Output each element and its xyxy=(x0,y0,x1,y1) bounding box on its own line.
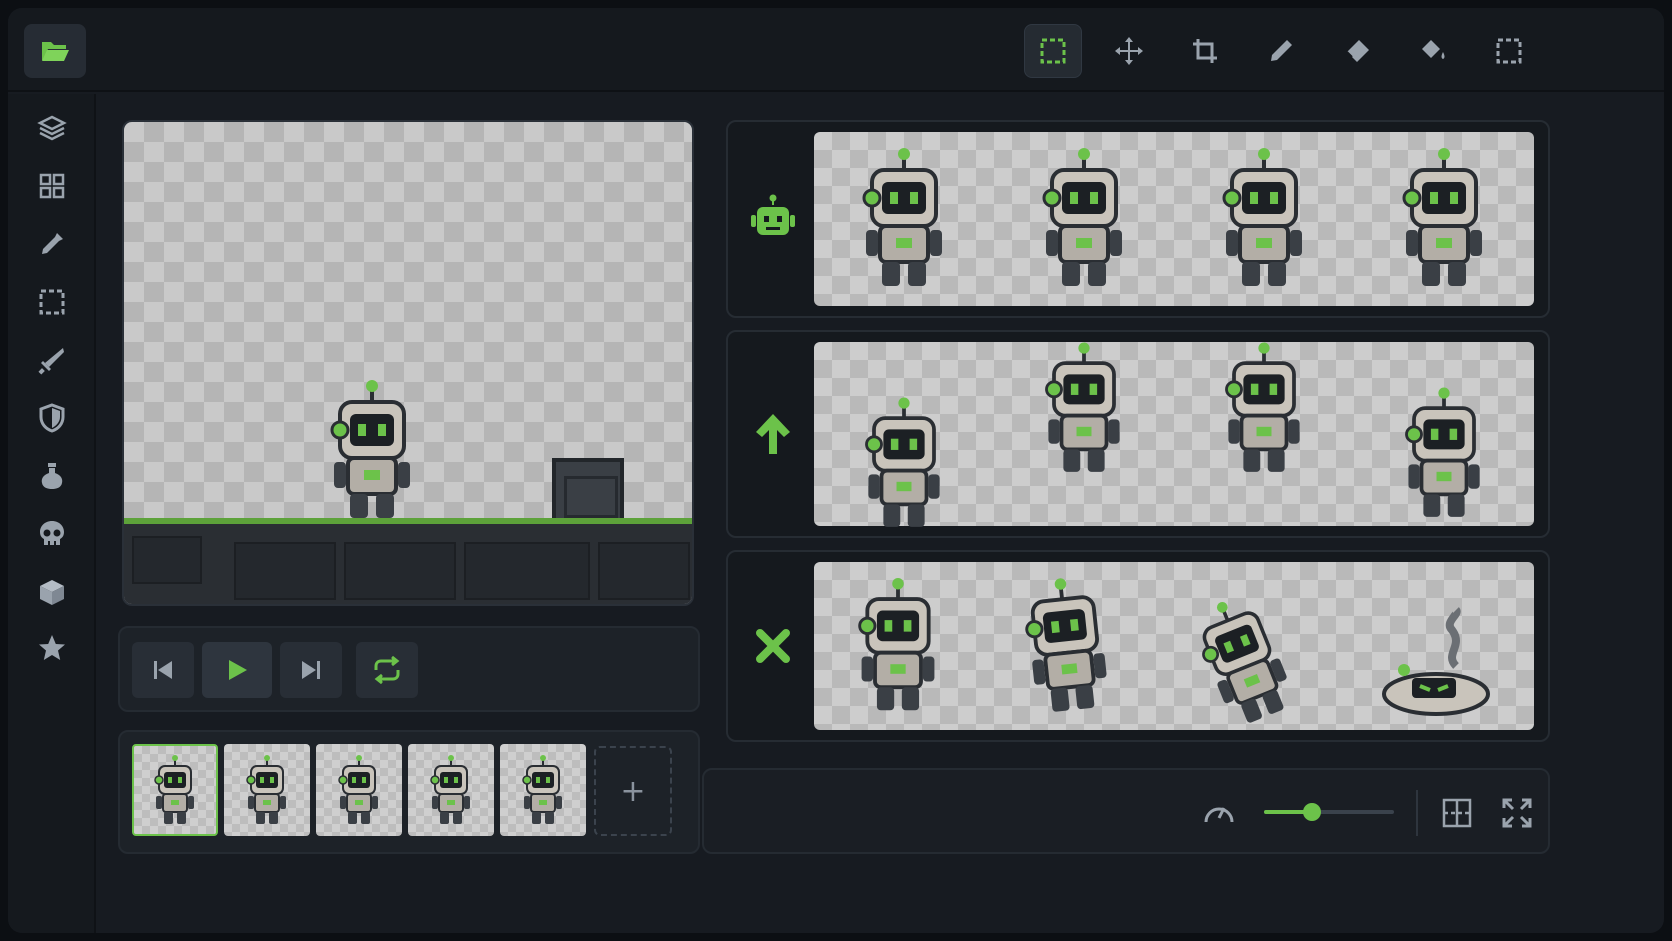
robot-frame-sprite xyxy=(430,753,471,825)
jump-frame-4 xyxy=(1404,385,1482,519)
robot-icon xyxy=(751,194,795,235)
potion-icon xyxy=(41,463,63,489)
frame-thumbnail[interactable] xyxy=(132,744,218,836)
sidebar-item-layers[interactable] xyxy=(34,110,70,146)
close-x-icon xyxy=(756,629,790,663)
robot-sprite-preview xyxy=(330,380,410,518)
eraser-icon xyxy=(1346,40,1369,62)
left-sidebar xyxy=(8,94,96,933)
pencil-tool[interactable] xyxy=(1252,24,1310,78)
pencil-icon xyxy=(1271,40,1292,61)
jump-frame-2 xyxy=(1044,340,1122,474)
idle-frame-4 xyxy=(1402,146,1484,288)
robot-frame-sprite xyxy=(522,753,563,825)
toolbar-divider xyxy=(1416,790,1418,836)
death-frame-4 xyxy=(1381,607,1490,716)
skip-forward-icon xyxy=(302,661,320,679)
anim-row-icon xyxy=(738,552,808,740)
speed-slider-knob[interactable] xyxy=(1303,803,1322,821)
loop-icon xyxy=(374,656,400,684)
eraser-tool[interactable] xyxy=(1328,24,1386,78)
sidebar-item-eyedropper[interactable] xyxy=(34,226,70,262)
sword-icon xyxy=(38,348,64,375)
paint-bucket-tool[interactable] xyxy=(1404,24,1462,78)
grid-icon xyxy=(39,173,65,199)
grid-toggle-button[interactable] xyxy=(1438,794,1476,832)
robot-frame-sprite xyxy=(246,753,287,825)
death-frame-3 xyxy=(1185,587,1300,732)
play-button[interactable] xyxy=(202,642,272,698)
idle-frame-2 xyxy=(1042,146,1124,288)
move-icon xyxy=(1115,37,1143,65)
sidebar-item-star[interactable] xyxy=(34,630,70,666)
frame-thumbnail[interactable] xyxy=(500,744,586,836)
fullscreen-icon xyxy=(1502,798,1532,828)
crop-tool[interactable] xyxy=(1176,24,1234,78)
skip-forward-button[interactable] xyxy=(280,642,342,698)
crate-sprite xyxy=(552,458,624,524)
sidebar-item-sword[interactable] xyxy=(34,342,70,378)
jump-frame-1 xyxy=(864,395,942,529)
sidebar-item-cube[interactable] xyxy=(34,574,70,610)
death-frame-strip[interactable] xyxy=(814,562,1534,732)
sidebar-item-grid[interactable] xyxy=(34,168,70,204)
skull-icon xyxy=(40,521,64,545)
star-icon xyxy=(39,635,65,660)
crop-icon xyxy=(1193,39,1217,63)
paint-bucket-icon xyxy=(1422,40,1445,59)
anim-row-icon xyxy=(738,122,808,316)
skip-back-icon xyxy=(154,661,172,679)
playback-speed-button[interactable] xyxy=(1200,794,1238,832)
playback-controls xyxy=(118,626,700,712)
move-tool[interactable] xyxy=(1100,24,1158,78)
dashed-select-tool[interactable] xyxy=(1480,24,1538,78)
loop-button[interactable] xyxy=(356,642,418,698)
animation-row-idle[interactable] xyxy=(726,120,1550,318)
marquee-select-icon xyxy=(1040,38,1066,64)
idle-frame-strip[interactable] xyxy=(814,132,1534,306)
folder-open-icon xyxy=(42,42,69,61)
ground-tiles xyxy=(124,518,692,604)
tool-group xyxy=(1006,24,1664,78)
fullscreen-button[interactable] xyxy=(1498,794,1536,832)
open-folder-button[interactable] xyxy=(24,24,86,78)
frame-thumbnail[interactable] xyxy=(408,744,494,836)
jump-frame-strip[interactable] xyxy=(814,340,1534,529)
skip-back-button[interactable] xyxy=(132,642,194,698)
selection-icon xyxy=(39,289,65,315)
sprite-editor-window: + xyxy=(8,8,1664,933)
shield-icon xyxy=(39,403,65,433)
layers-icon xyxy=(37,115,67,141)
sidebar-item-potion[interactable] xyxy=(34,458,70,494)
grid-toggle-icon xyxy=(1442,798,1472,828)
animation-row-jump[interactable] xyxy=(726,330,1550,538)
sidebar-item-selection[interactable] xyxy=(34,284,70,320)
sidebar-item-skull[interactable] xyxy=(34,516,70,552)
cube-icon xyxy=(40,580,64,605)
arrow-up-icon xyxy=(756,414,790,454)
speed-slider[interactable] xyxy=(1264,803,1394,821)
dashed-select-icon xyxy=(1496,38,1522,64)
speedometer-icon xyxy=(1204,807,1234,823)
add-frame-button[interactable]: + xyxy=(594,746,672,836)
top-toolbar xyxy=(8,8,1664,92)
frame-thumbnail[interactable] xyxy=(316,744,402,836)
death-frame-1 xyxy=(858,576,937,713)
sprite-canvas[interactable] xyxy=(122,120,694,606)
sidebar-item-shield[interactable] xyxy=(34,400,70,436)
anim-row-icon xyxy=(738,332,808,536)
robot-frame-sprite xyxy=(154,753,195,825)
frame-thumbnail[interactable] xyxy=(224,744,310,836)
animation-row-death[interactable] xyxy=(726,550,1550,742)
view-controls xyxy=(702,768,1550,854)
robot-frame-sprite xyxy=(338,753,379,825)
idle-frame-1 xyxy=(862,146,944,288)
eyedropper-icon xyxy=(42,233,63,254)
play-icon xyxy=(229,660,247,680)
marquee-select-tool[interactable] xyxy=(1024,24,1082,78)
death-frame-2 xyxy=(1019,572,1112,716)
frame-timeline: + xyxy=(118,730,700,854)
idle-frame-3 xyxy=(1222,146,1304,288)
jump-frame-3 xyxy=(1224,340,1302,474)
